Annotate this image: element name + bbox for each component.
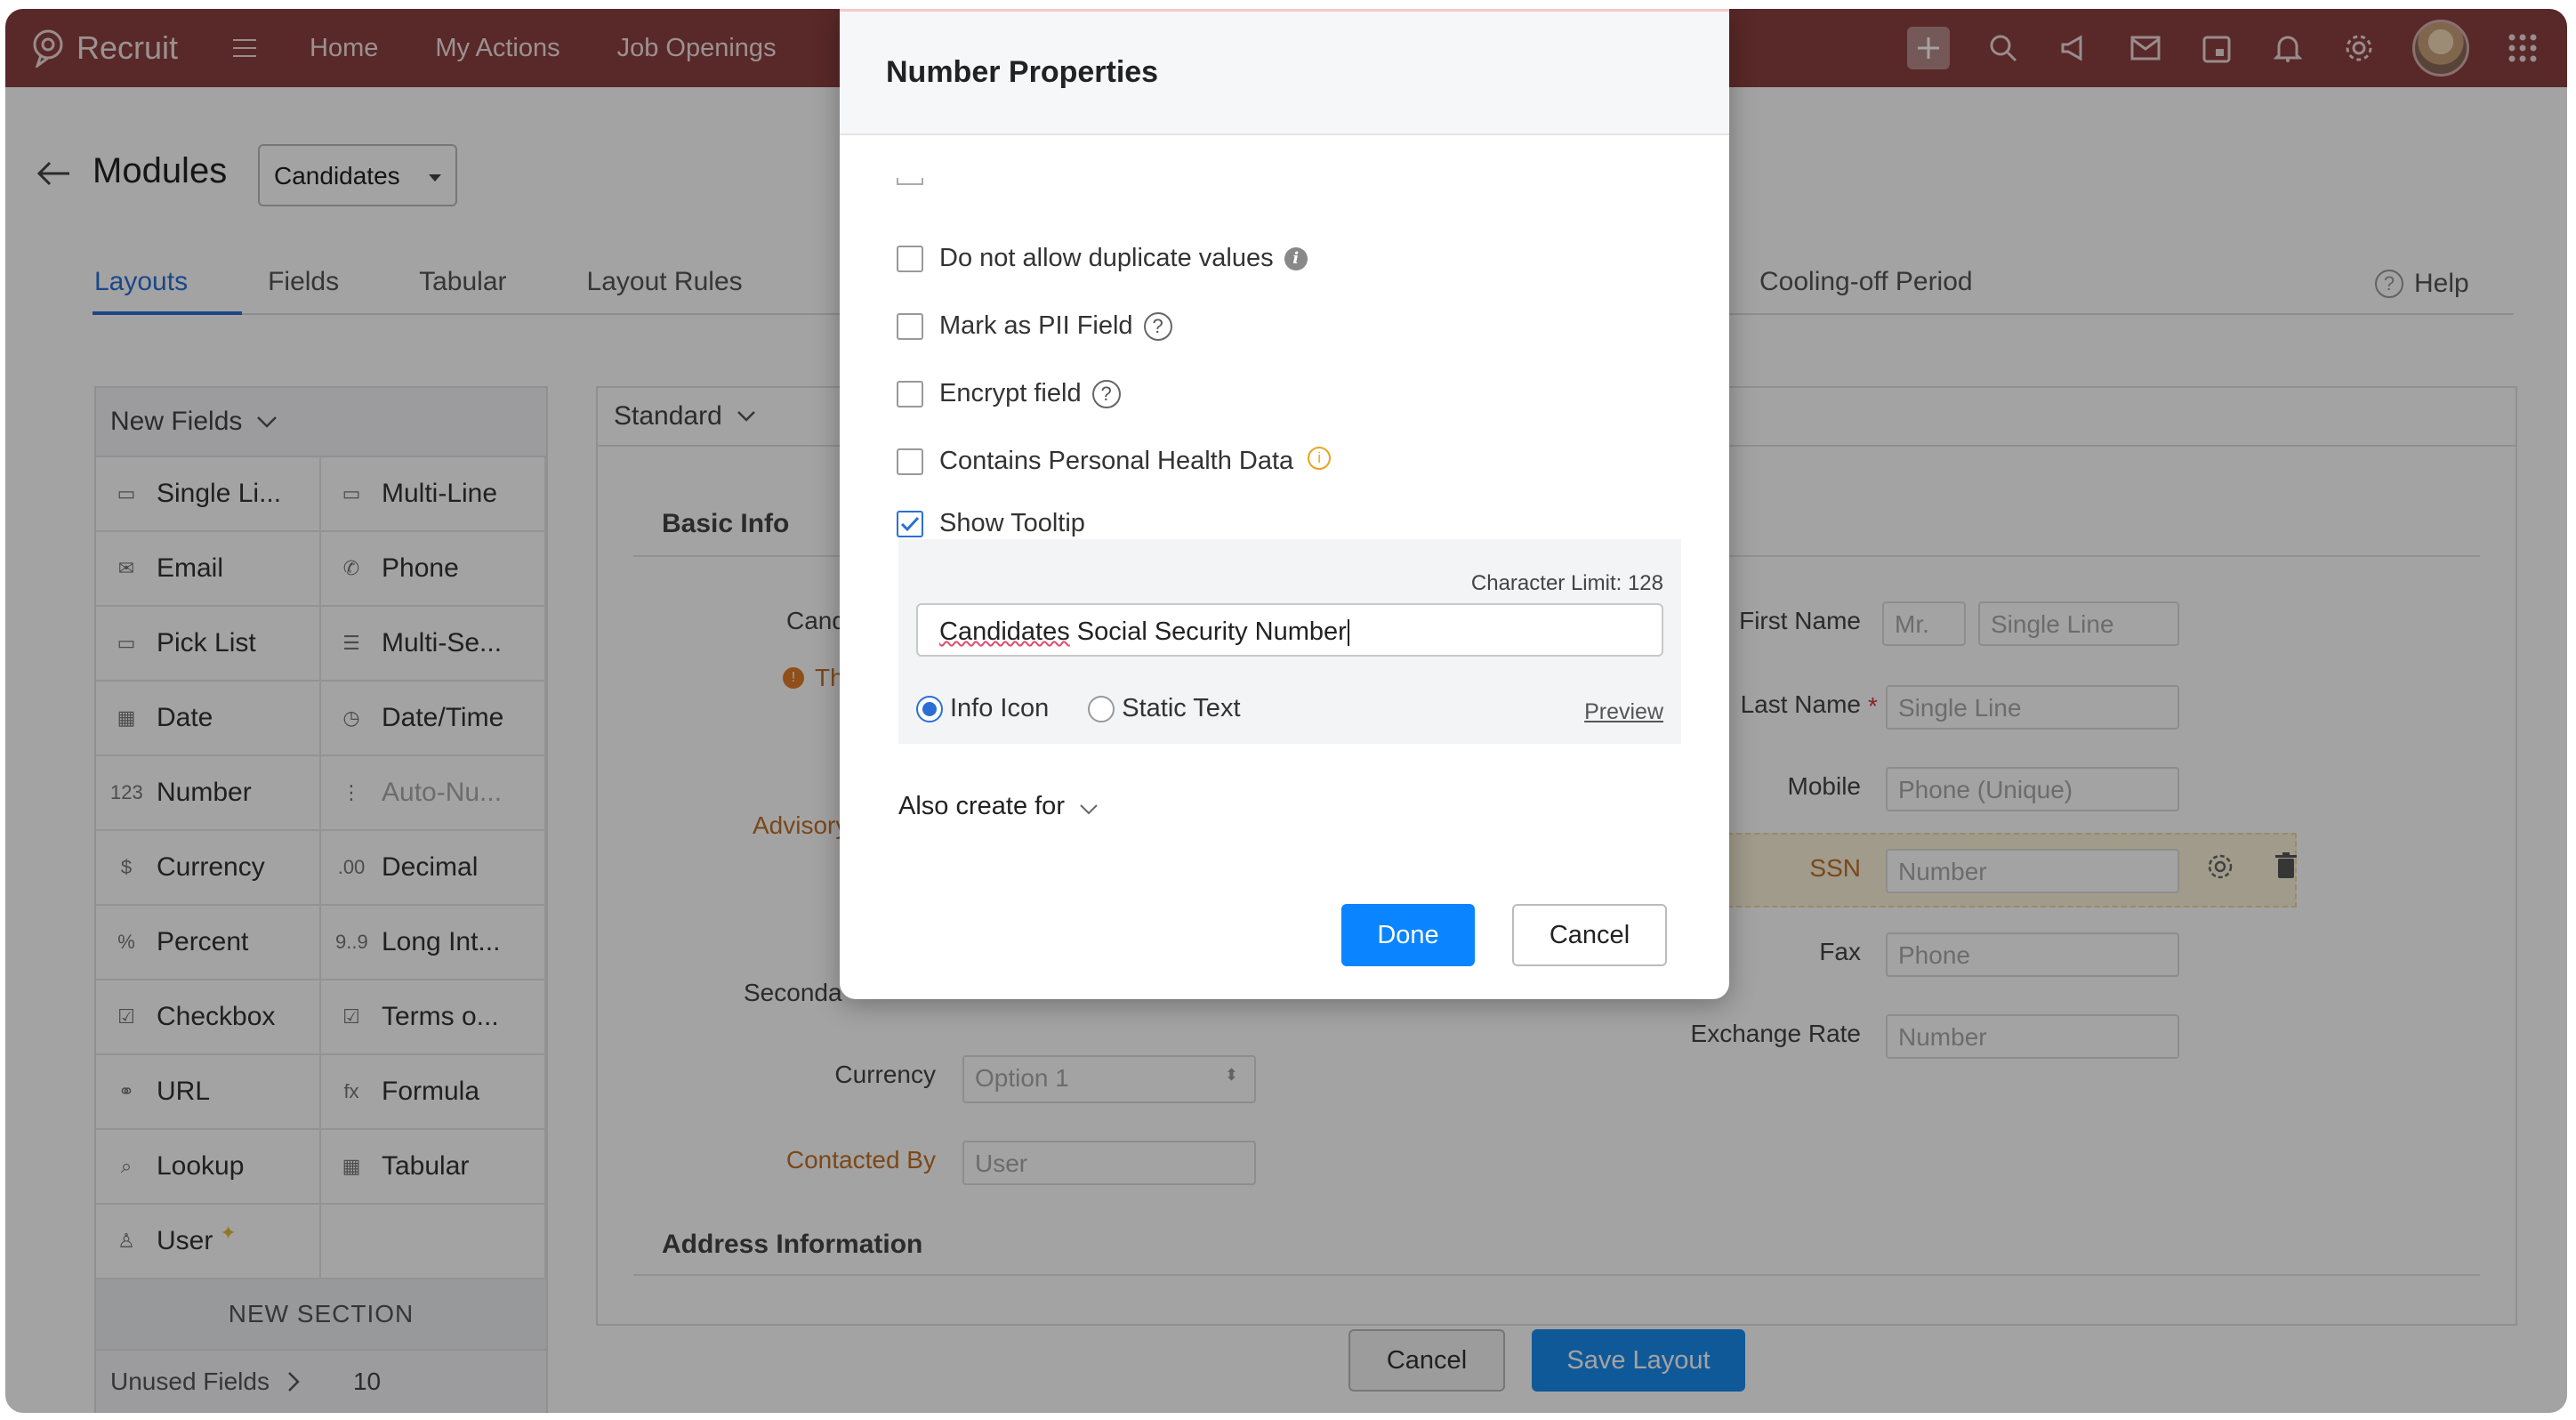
radio-info-icon[interactable] — [916, 695, 943, 722]
option-label: Contains Personal Health Data — [939, 447, 1294, 475]
preview-link[interactable]: Preview — [1584, 699, 1663, 725]
question-icon[interactable]: ? — [1143, 311, 1172, 341]
option-pii-field[interactable]: Mark as PII Field ? — [897, 311, 1172, 341]
checkbox[interactable] — [897, 245, 923, 272]
tooltip-text-input[interactable]: Candidates Social Security Number — [916, 603, 1663, 657]
radio-static-text[interactable] — [1088, 695, 1115, 722]
option-label: Mark as PII Field — [939, 311, 1133, 340]
app-window: Recruit Home My Actions Job Openings Mod… — [5, 9, 2567, 1413]
text-caret — [1347, 619, 1349, 647]
check-icon — [900, 516, 920, 531]
checkbox[interactable] — [897, 312, 923, 340]
checkbox[interactable] — [897, 448, 923, 475]
tooltip-settings: Character Limit: 128 Candidates Social S… — [898, 539, 1681, 744]
checkbox[interactable] — [897, 380, 923, 407]
radio-info-icon-label[interactable]: Info Icon — [950, 694, 1049, 723]
option-label: Show Tooltip — [939, 509, 1085, 537]
done-button[interactable]: Done — [1341, 904, 1475, 966]
option-encrypt-field[interactable]: Encrypt field ? — [897, 379, 1121, 408]
radio-static-text-label[interactable]: Static Text — [1122, 694, 1240, 723]
character-limit: Character Limit: 128 — [1470, 571, 1663, 595]
also-create-for-toggle[interactable]: Also create for — [898, 792, 1099, 821]
also-create-for-label: Also create for — [898, 792, 1065, 820]
clipped-option — [897, 178, 1075, 190]
info-icon[interactable]: i — [1284, 246, 1308, 270]
info-icon[interactable]: i — [1308, 446, 1332, 470]
dialog-title: Number Properties — [840, 9, 1729, 135]
cancel-button[interactable]: Cancel — [1512, 904, 1667, 966]
option-label: Encrypt field — [939, 379, 1082, 407]
question-icon[interactable]: ? — [1091, 379, 1121, 408]
option-show-tooltip[interactable]: Show Tooltip — [897, 509, 1085, 538]
option-health-data[interactable]: Contains Personal Health Data i — [897, 446, 1332, 476]
tooltip-type-radio-group: Info Icon Static Text — [916, 694, 1241, 723]
option-label: Do not allow duplicate values — [939, 244, 1274, 272]
option-no-duplicates[interactable]: Do not allow duplicate values i — [897, 244, 1308, 273]
number-properties-dialog: Number Properties Do not allow duplicate… — [840, 9, 1729, 999]
tooltip-text-word: Candidates — [939, 617, 1070, 646]
checkbox-checked[interactable] — [897, 510, 923, 537]
tooltip-text-rest: Social Security Number — [1069, 617, 1347, 646]
chevron-down-icon — [1080, 803, 1098, 814]
